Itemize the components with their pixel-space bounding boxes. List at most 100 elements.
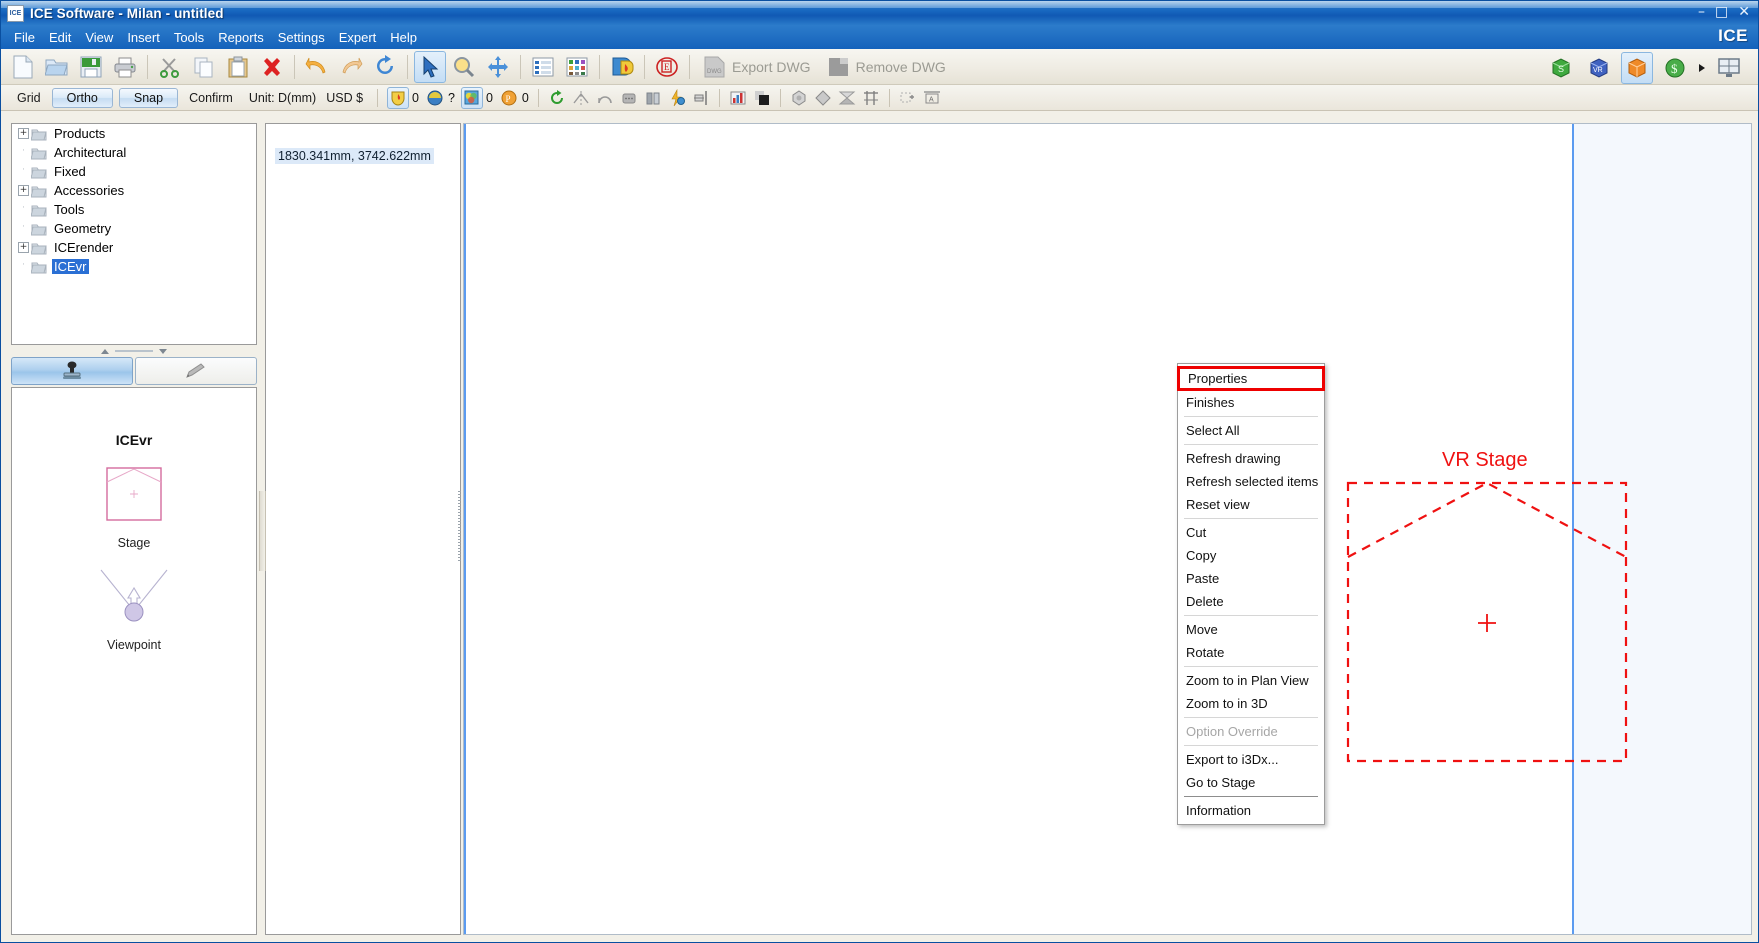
currency-label[interactable]: USD $ [324, 91, 371, 105]
arc-icon[interactable] [594, 87, 616, 109]
save-icon[interactable] [75, 51, 107, 83]
tree-item-tools[interactable]: · Tools [12, 200, 256, 219]
unit-label[interactable]: Unit: D(mm) [241, 91, 324, 105]
shade-cube-icon[interactable] [751, 87, 773, 109]
library-tree[interactable]: + Products · Architectural · Fixed + Acc… [11, 123, 257, 345]
maximize-icon[interactable]: □ [1715, 5, 1728, 19]
menu-item-help[interactable]: Help [383, 28, 424, 47]
canvas-splitter[interactable] [456, 471, 463, 581]
grid-view-icon[interactable] [561, 51, 593, 83]
chart-bars-icon[interactable] [727, 87, 749, 109]
context-menu-item-information[interactable]: Information [1178, 799, 1324, 822]
context-menu-item-delete[interactable]: Delete [1178, 590, 1324, 613]
list-view-icon[interactable] [527, 51, 559, 83]
context-menu-item-copy[interactable]: Copy [1178, 544, 1324, 567]
tree-item-accessories[interactable]: + Accessories [12, 181, 256, 200]
triangle-pair-icon[interactable] [836, 87, 858, 109]
acoustics-counter[interactable]: ? [425, 88, 455, 108]
stamp-tab[interactable] [11, 357, 133, 385]
menu-item-view[interactable]: View [78, 28, 120, 47]
left-panel-splitter[interactable] [259, 491, 266, 571]
context-menu-item-export-to-i3dx[interactable]: Export to i3Dx... [1178, 748, 1324, 771]
export-dwg-button[interactable]: DWG Export DWG [695, 52, 819, 82]
snap-toggle[interactable]: Snap [118, 87, 179, 108]
refresh-circular-icon[interactable] [369, 51, 401, 83]
print-icon[interactable] [109, 51, 141, 83]
annotate-text-icon[interactable]: A [921, 87, 943, 109]
align-left-icon[interactable] [690, 87, 712, 109]
tree-item-geometry[interactable]: · Geometry [12, 219, 256, 238]
context-menu-item-cut[interactable]: Cut [1178, 521, 1324, 544]
tree-item-architectural[interactable]: · Architectural [12, 143, 256, 162]
insert-view-icon[interactable] [897, 87, 919, 109]
diamond-shape-icon[interactable] [812, 87, 834, 109]
copy-icon[interactable] [188, 51, 220, 83]
stage-outline-icon[interactable] [12, 466, 256, 522]
context-menu[interactable]: Properties Finishes Select All Refresh d… [1177, 363, 1325, 825]
rotate-green-icon[interactable] [546, 87, 568, 109]
shield-flame-icon[interactable] [606, 51, 638, 83]
context-menu-item-zoom-to-in-plan-view[interactable]: Zoom to in Plan View [1178, 669, 1324, 692]
pan-move-icon[interactable] [482, 51, 514, 83]
monitor-display-icon[interactable] [1713, 52, 1745, 84]
paste-clipboard-icon[interactable] [222, 51, 254, 83]
expander-icon[interactable]: + [18, 185, 29, 196]
stamp-red-icon[interactable]: E [651, 51, 683, 83]
pencil-tab[interactable] [135, 357, 257, 385]
orange-cube-icon[interactable] [1621, 52, 1653, 84]
context-menu-item-move[interactable]: Move [1178, 618, 1324, 641]
lightning-bolt-icon[interactable] [666, 87, 688, 109]
new-document-icon[interactable] [7, 51, 39, 83]
context-menu-item-rotate[interactable]: Rotate [1178, 641, 1324, 664]
remove-dwg-button[interactable]: Remove DWG [819, 52, 954, 82]
wall-panel-icon[interactable] [642, 87, 664, 109]
tree-item-icerender[interactable]: + ICErender [12, 238, 256, 257]
expander-icon[interactable]: + [18, 128, 29, 139]
context-menu-item-refresh-selected-items[interactable]: Refresh selected items [1178, 470, 1324, 493]
truss-icon[interactable] [860, 87, 882, 109]
tree-item-icevr[interactable]: · ICEvr [12, 257, 256, 276]
context-menu-item-finishes[interactable]: Finishes [1178, 391, 1324, 414]
panel-icon[interactable] [618, 87, 640, 109]
menu-item-settings[interactable]: Settings [271, 28, 332, 47]
context-menu-item-select-all[interactable]: Select All [1178, 419, 1324, 442]
confirm-label[interactable]: Confirm [181, 91, 241, 105]
context-menu-item-reset-view[interactable]: Reset view [1178, 493, 1324, 516]
panel-splitter[interactable] [99, 347, 169, 355]
minimize-icon[interactable]: – [1698, 5, 1705, 19]
context-menu-item-refresh-drawing[interactable]: Refresh drawing [1178, 447, 1324, 470]
undo-arrow-icon[interactable] [301, 51, 333, 83]
menu-item-insert[interactable]: Insert [120, 28, 167, 47]
expander-icon[interactable]: + [18, 242, 29, 253]
mirror-icon[interactable] [570, 87, 592, 109]
close-icon[interactable]: ✕ [1738, 5, 1750, 19]
delete-x-icon[interactable] [256, 51, 288, 83]
menu-item-tools[interactable]: Tools [167, 28, 211, 47]
menu-item-reports[interactable]: Reports [211, 28, 271, 47]
sketchup-green-cube-icon[interactable]: S [1545, 52, 1577, 84]
fire-shield-counter[interactable]: 0 [387, 86, 419, 109]
viewpoint-cone-icon[interactable] [12, 566, 256, 628]
stage-plan-graphic[interactable] [1344, 479, 1634, 769]
context-menu-item-go-to-stage[interactable]: Go to Stage [1178, 771, 1324, 794]
drawing-canvas[interactable]: VR Stage [463, 123, 1752, 935]
context-menu-item-zoom-to-in-3d[interactable]: Zoom to in 3D [1178, 692, 1324, 715]
splitter-up-arrow-icon[interactable] [101, 348, 109, 354]
grid-label[interactable]: Grid [9, 91, 49, 105]
context-menu-item-paste[interactable]: Paste [1178, 567, 1324, 590]
component-preview-panel[interactable]: ICEvr Stage Viewpoint [11, 387, 257, 935]
menu-item-edit[interactable]: Edit [42, 28, 78, 47]
zoom-magnifier-icon[interactable] [448, 51, 480, 83]
splitter-down-arrow-icon[interactable] [159, 348, 167, 354]
redo-arrow-icon[interactable] [335, 51, 367, 83]
tree-item-products[interactable]: + Products [12, 124, 256, 143]
ortho-toggle[interactable]: Ortho [51, 87, 113, 108]
menu-item-expert[interactable]: Expert [332, 28, 384, 47]
context-menu-item-properties[interactable]: Properties [1177, 366, 1325, 391]
power-counter[interactable]: P 0 [499, 88, 529, 108]
dollar-green-circle-icon[interactable]: $ [1659, 52, 1691, 84]
cut-scissors-icon[interactable] [154, 51, 186, 83]
lighting-counter[interactable]: 0 [460, 86, 493, 109]
hex-shape-icon[interactable] [788, 87, 810, 109]
vr-blue-cube-icon[interactable]: VR [1583, 52, 1615, 84]
